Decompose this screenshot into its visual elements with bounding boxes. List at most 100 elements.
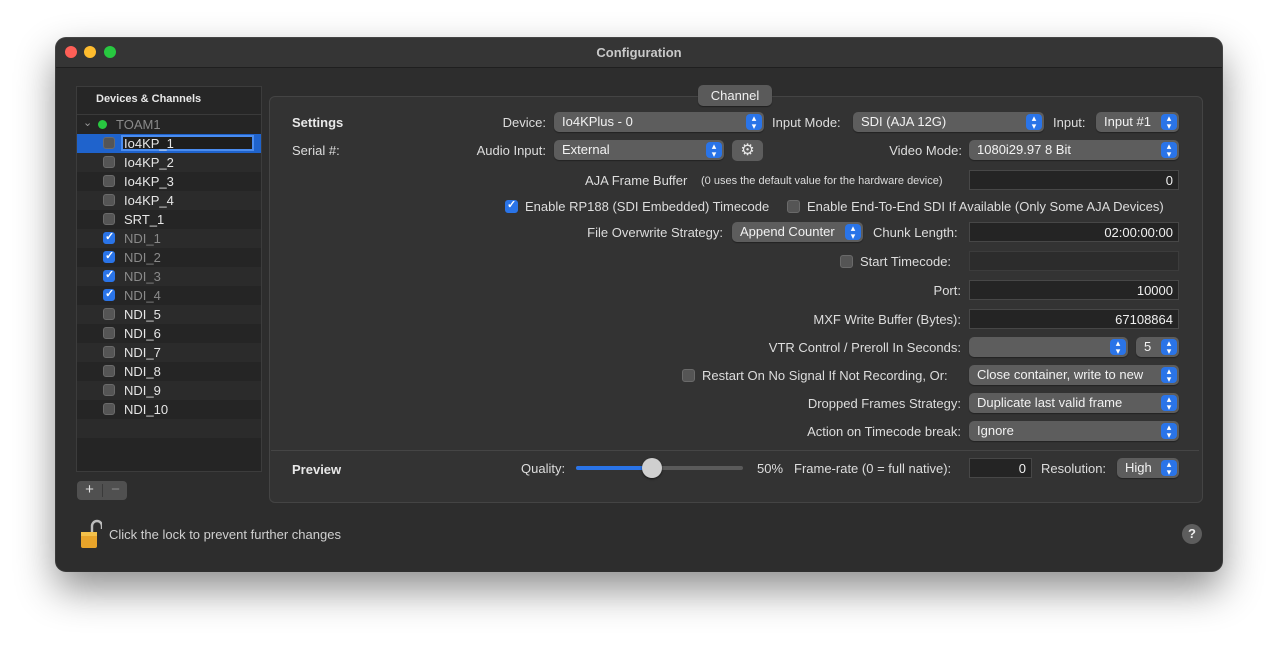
start-timecode-label: Start Timecode: <box>860 254 952 269</box>
restart-value: Close container, write to new <box>977 367 1144 382</box>
chevron-updown-icon: ▴ ▾ <box>845 224 861 241</box>
gear-icon[interactable]: ⚙ <box>732 140 763 161</box>
input-mode-select[interactable]: SDI (AJA 12G) ▴ ▾ <box>853 112 1044 132</box>
remove-button[interactable]: − <box>103 481 128 500</box>
chunk-length-value: 02:00:00:00 <box>1104 225 1173 240</box>
start-timecode-checkbox[interactable] <box>840 255 853 268</box>
enable-checkbox[interactable] <box>103 175 115 187</box>
chevron-updown-icon: ▴ ▾ <box>1161 395 1177 412</box>
dropped-frames-label: Dropped Frames Strategy: <box>807 396 961 411</box>
device-select[interactable]: Io4KPlus - 0 ▴ ▾ <box>554 112 764 132</box>
list-item[interactable]: Io4KP_1 <box>77 134 261 153</box>
device-label: Device: <box>502 115 546 130</box>
list-item[interactable]: Io4KP_2 <box>77 153 261 172</box>
list-item[interactable]: NDI_3 <box>77 267 261 286</box>
list-item-label: NDI_2 <box>124 250 161 265</box>
list-item[interactable]: NDI_7 <box>77 343 261 362</box>
window-title: Configuration <box>596 45 682 60</box>
timecode-break-label: Action on Timecode break: <box>807 424 961 439</box>
list-item-label: Io4KP_2 <box>124 155 174 170</box>
devices-channels-list[interactable]: Devices & Channels ⌄ TOAM1 Io4KP_1 Io4KP_… <box>76 86 262 472</box>
list-item-label: Io4KP_3 <box>124 174 174 189</box>
rp188-checkbox[interactable] <box>505 198 518 213</box>
divider <box>271 450 1199 451</box>
mxf-buffer-label: MXF Write Buffer (Bytes): <box>813 312 961 327</box>
enable-checkbox[interactable] <box>103 327 115 339</box>
add-remove-control: + − <box>77 481 127 500</box>
list-item[interactable]: NDI_9 <box>77 381 261 400</box>
list-item-label: NDI_10 <box>124 402 169 417</box>
mxf-buffer-value: 67108864 <box>1115 312 1173 327</box>
list-item-label: NDI_4 <box>124 288 161 303</box>
enable-checkbox[interactable] <box>103 137 115 149</box>
timecode-break-value: Ignore <box>977 423 1014 438</box>
group-row-toam1[interactable]: ⌄ TOAM1 <box>77 115 261 134</box>
enable-checkbox[interactable] <box>103 156 115 168</box>
list-item[interactable]: Io4KP_3 <box>77 172 261 191</box>
status-dot-icon <box>98 120 107 129</box>
preroll-select[interactable]: 5 ▴ ▾ <box>1136 337 1179 357</box>
enable-checkbox[interactable] <box>103 268 115 282</box>
framerate-input[interactable]: 0 <box>969 458 1032 478</box>
restart-select[interactable]: Close container, write to new ▴ ▾ <box>969 365 1179 385</box>
chunk-length-label: Chunk Length: <box>873 225 958 240</box>
enable-checkbox[interactable] <box>103 287 115 301</box>
input-select[interactable]: Input #1 ▴ ▾ <box>1096 112 1179 132</box>
chevron-updown-icon: ▴ ▾ <box>1110 339 1126 356</box>
start-timecode-input[interactable] <box>969 251 1179 271</box>
timecode-break-select[interactable]: Ignore ▴ ▾ <box>969 421 1179 441</box>
aja-frame-buffer-value: 0 <box>1165 173 1173 188</box>
vtr-select[interactable]: ▴ ▾ <box>969 337 1128 357</box>
quality-slider-knob[interactable] <box>642 458 662 478</box>
enable-checkbox[interactable] <box>103 365 115 377</box>
end-to-end-checkbox[interactable] <box>787 200 800 213</box>
input-mode-value: SDI (AJA 12G) <box>861 114 947 129</box>
audio-input-select[interactable]: External ▴ ▾ <box>554 140 724 160</box>
dropped-frames-select[interactable]: Duplicate last valid frame ▴ ▾ <box>969 393 1179 413</box>
chevron-down-icon[interactable]: ⌄ <box>83 116 92 129</box>
port-input[interactable]: 10000 <box>969 280 1179 300</box>
enable-checkbox[interactable] <box>103 346 115 358</box>
chevron-updown-icon: ▴ ▾ <box>1161 142 1177 159</box>
list-item[interactable]: Io4KP_4 <box>77 191 261 210</box>
enable-checkbox[interactable] <box>103 384 115 396</box>
list-item[interactable]: NDI_10 <box>77 400 261 419</box>
list-item[interactable]: SRT_1 <box>77 210 261 229</box>
list-item[interactable]: NDI_1 <box>77 229 261 248</box>
overwrite-select[interactable]: Append Counter ▴ ▾ <box>732 222 863 242</box>
enable-checkbox[interactable] <box>103 249 115 263</box>
enable-checkbox[interactable] <box>103 194 115 206</box>
list-item-label: NDI_9 <box>124 383 161 398</box>
resolution-label: Resolution: <box>1041 461 1107 476</box>
restart-checkbox[interactable] <box>682 369 695 382</box>
add-button[interactable]: + <box>77 481 102 500</box>
chevron-updown-icon: ▴ ▾ <box>1161 114 1177 131</box>
list-item[interactable]: NDI_5 <box>77 305 261 324</box>
chunk-length-input[interactable]: 02:00:00:00 <box>969 222 1179 242</box>
list-item-label: NDI_5 <box>124 307 161 322</box>
input-label: Input: <box>1053 115 1086 130</box>
chevron-updown-icon: ▴ ▾ <box>746 114 762 131</box>
aja-frame-buffer-input[interactable]: 0 <box>969 170 1179 190</box>
mxf-buffer-input[interactable]: 67108864 <box>969 309 1179 329</box>
list-item[interactable]: NDI_2 <box>77 248 261 267</box>
list-item[interactable]: NDI_8 <box>77 362 261 381</box>
enable-checkbox[interactable] <box>103 308 115 320</box>
enable-checkbox[interactable] <box>103 213 115 225</box>
chevron-updown-icon: ▴ ▾ <box>1161 367 1177 384</box>
tab-channel[interactable]: Channel <box>698 85 772 106</box>
group-label: TOAM1 <box>116 117 161 132</box>
enable-checkbox[interactable] <box>103 230 115 244</box>
aja-frame-buffer-hint: (0 uses the default value for the hardwa… <box>701 175 943 187</box>
resolution-select[interactable]: High ▴ ▾ <box>1117 458 1179 478</box>
enable-checkbox[interactable] <box>103 403 115 415</box>
framerate-value: 0 <box>1018 461 1026 476</box>
empty-row <box>77 419 261 438</box>
video-mode-select[interactable]: 1080i29.97 8 Bit ▴ ▾ <box>969 140 1179 160</box>
list-item-label: NDI_3 <box>124 269 161 284</box>
list-item[interactable]: NDI_6 <box>77 324 261 343</box>
chevron-updown-icon: ▴ ▾ <box>1161 423 1177 440</box>
help-button[interactable]: ? <box>1182 524 1202 544</box>
list-item[interactable]: NDI_4 <box>77 286 261 305</box>
lock-icon[interactable] <box>80 519 102 549</box>
